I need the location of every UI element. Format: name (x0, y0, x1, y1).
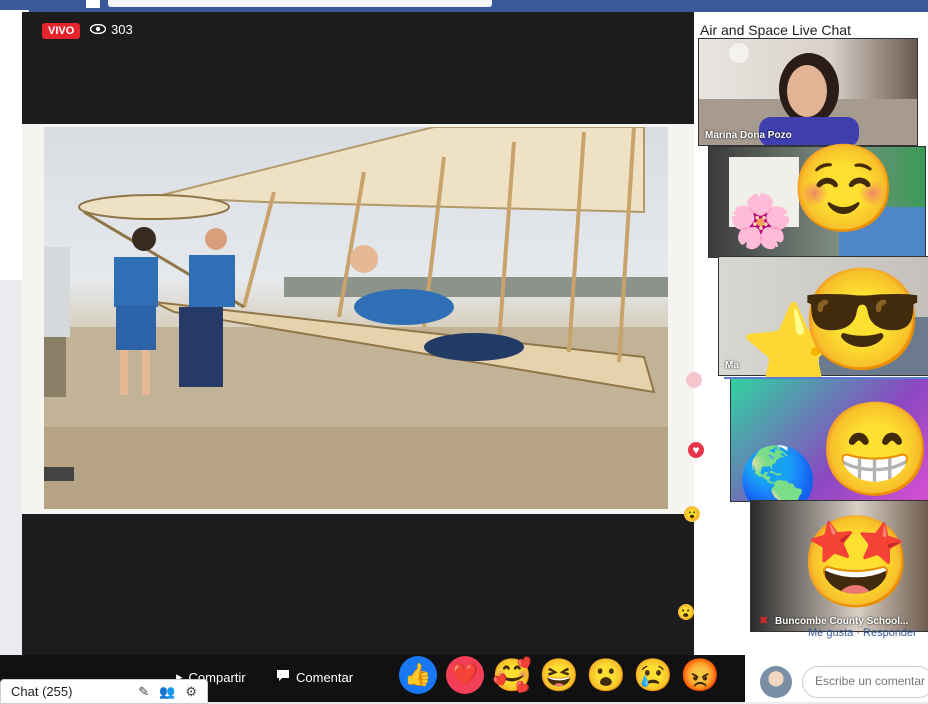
participant-name: Buncombe County School... (775, 616, 909, 627)
facebook-logo-icon[interactable] (86, 0, 100, 8)
sunglasses-emoji-icon: 😎 (800, 264, 925, 376)
like-reaction-button[interactable]: 👍 (399, 656, 437, 694)
comment-actions[interactable]: Me gusta · Responder (808, 627, 917, 639)
compose-icon[interactable]: ✎ (138, 684, 149, 700)
love-reaction-button[interactable]: ❤️ (446, 656, 484, 694)
viewer-count-value: 303 (111, 22, 133, 37)
participant-tile-1[interactable]: Marina Dona Pozo (698, 38, 918, 146)
comment-field[interactable] (802, 666, 928, 698)
group-icon[interactable]: 👥 (159, 684, 175, 700)
search-bar[interactable] (108, 0, 492, 7)
sad-reaction-button[interactable]: 😢 (633, 656, 673, 694)
grinning-emoji-icon: 😁 (818, 399, 928, 501)
user-avatar (760, 666, 792, 698)
care-reaction-button[interactable]: 🥰 (492, 656, 532, 694)
chat-title: Air and Space Live Chat (700, 22, 851, 38)
chat-bar[interactable]: Chat (255) ✎ 👥 ⚙ (0, 679, 208, 704)
floating-reaction-icon (686, 372, 702, 388)
flower-emoji-icon: 🌸 (728, 193, 793, 251)
comment-button[interactable]: Comentar (276, 669, 353, 685)
floating-heart-icon: ♥ (688, 442, 704, 458)
participant-name: Marina Dona Pozo (705, 130, 792, 141)
haha-reaction-button[interactable]: 😆 (539, 656, 579, 694)
angry-reaction-button[interactable]: 😡 (680, 656, 720, 694)
participant-name: Ma (725, 360, 739, 371)
live-badge: VIVO (42, 23, 81, 39)
gear-icon[interactable]: ⚙ (185, 684, 197, 700)
wow-reaction-button[interactable]: 😮 (586, 656, 626, 694)
comment-input[interactable] (813, 673, 927, 689)
floating-wow-icon: 😮 (684, 506, 700, 522)
glider-photo (44, 127, 668, 509)
smiling-face-emoji-icon: ☺️ (790, 141, 898, 237)
star-struck-emoji-icon: 🤩 (800, 513, 913, 613)
floating-wow-icon: 😮 (677, 603, 695, 620)
wright-glider-image (44, 127, 668, 509)
viewer-count: 303 (89, 22, 133, 37)
eye-icon (89, 22, 107, 37)
facebook-top-bar (0, 0, 928, 12)
chat-divider (724, 377, 928, 379)
mic-muted-icon: ✖ (759, 615, 769, 627)
comment-label: Comentar (296, 669, 354, 685)
comment-icon (276, 669, 290, 685)
chat-count-label: Chat (255) (11, 684, 73, 699)
